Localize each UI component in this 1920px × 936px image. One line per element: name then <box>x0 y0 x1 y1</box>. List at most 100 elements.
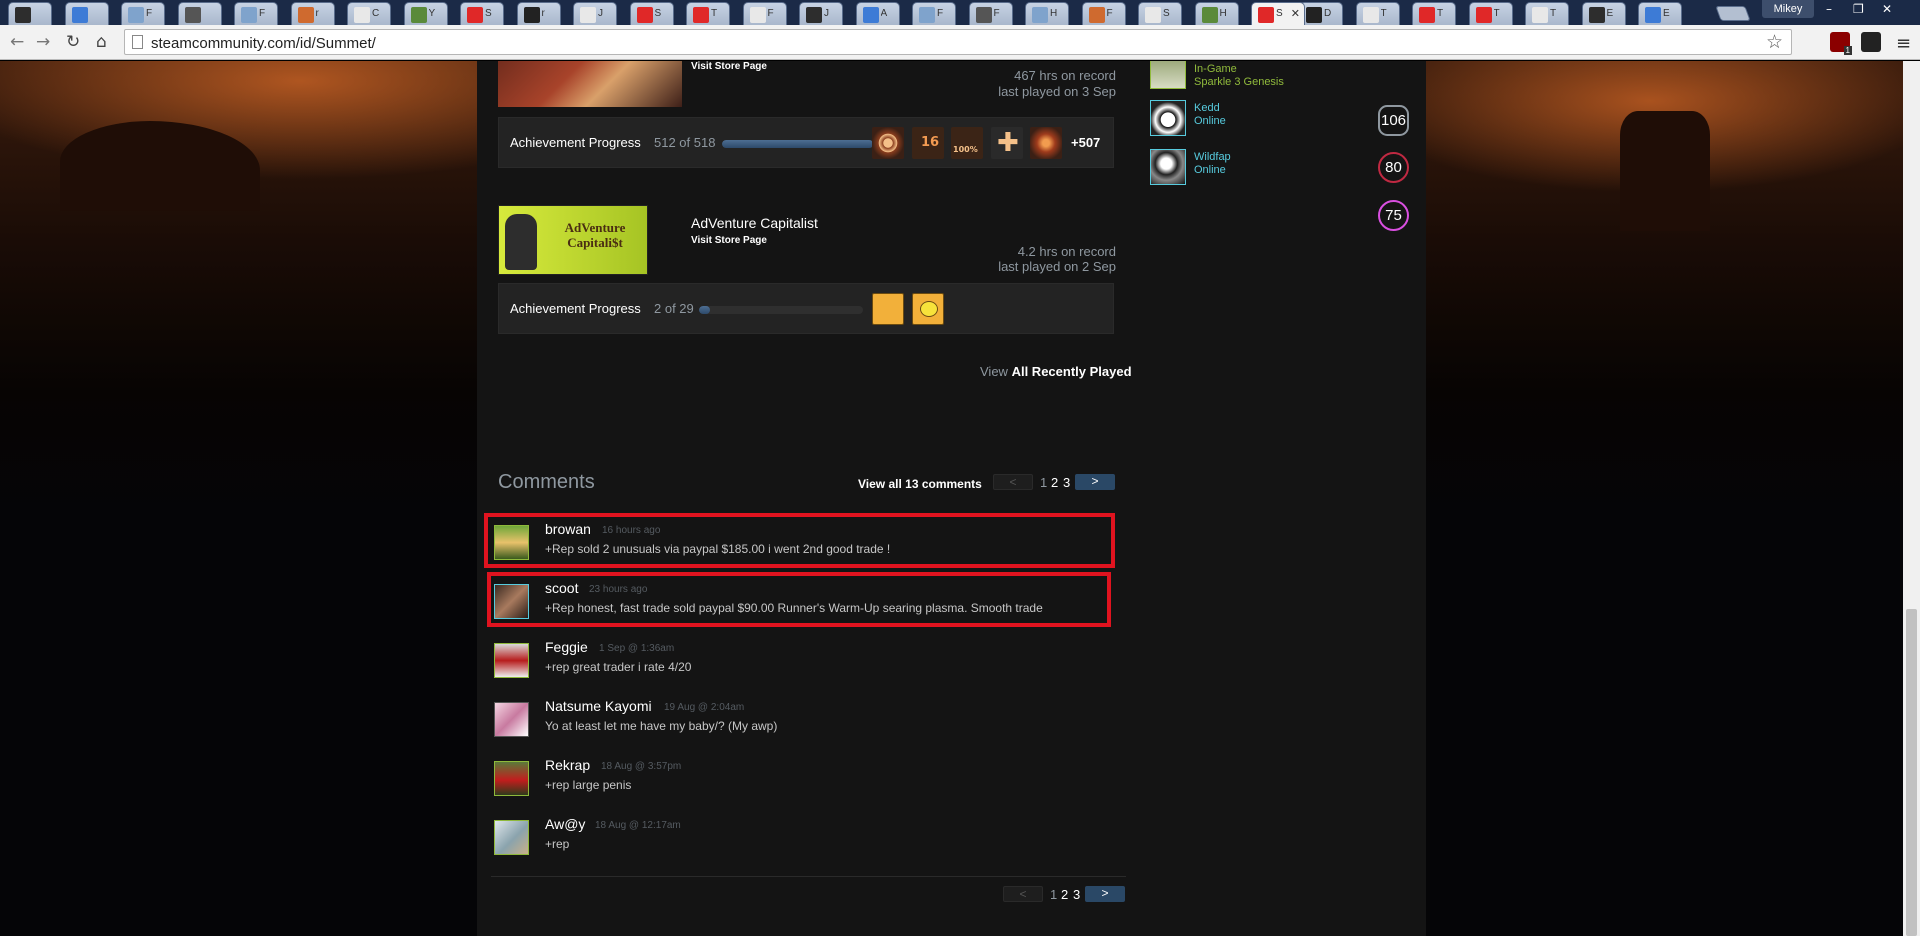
browser-tab[interactable]: F <box>742 2 787 25</box>
browser-tab[interactable]: T <box>686 2 730 25</box>
browser-tab[interactable]: F <box>234 2 278 25</box>
achievement-100-percent-icon[interactable]: 100% <box>951 127 983 159</box>
game-1-achievement-bar[interactable]: Achievement Progress 512 of 518 16 100% … <box>498 117 1114 168</box>
browser-tab[interactable]: H <box>1194 2 1239 25</box>
browser-tab[interactable]: C <box>347 2 391 25</box>
browser-tab[interactable]: T <box>1468 2 1513 25</box>
browser-tab[interactable]: E <box>1581 2 1626 25</box>
ublock-extension-icon[interactable]: 1 <box>1830 32 1852 55</box>
maximize-icon[interactable]: ❐ <box>1853 2 1864 16</box>
scrollbar-thumb[interactable] <box>1906 609 1917 936</box>
friend-avatar[interactable] <box>1150 100 1186 136</box>
achievement-lemon-icon[interactable] <box>912 293 944 325</box>
browser-tab[interactable]: E <box>1638 2 1682 25</box>
page-scrollbar[interactable] <box>1903 61 1920 936</box>
browser-tab[interactable]: F <box>1081 2 1126 25</box>
pager-next-button[interactable]: > <box>1085 886 1125 902</box>
menu-icon[interactable]: ≡ <box>1896 33 1911 54</box>
game-1-capsule-image[interactable] <box>498 61 682 107</box>
friend-status: In-Game <box>1194 63 1237 75</box>
tab-title: F <box>259 8 266 19</box>
comment-author[interactable]: Feggie <box>545 639 588 655</box>
view-all-recently-played-link[interactable]: View All Recently Played <box>980 364 1132 379</box>
browser-tab[interactable] <box>64 2 109 25</box>
browser-tab[interactable]: Y <box>403 2 448 25</box>
achievement-oil-rig-icon[interactable] <box>872 293 904 325</box>
avatar[interactable] <box>494 761 529 796</box>
achievement-burst-icon[interactable] <box>1030 127 1062 159</box>
url-text[interactable]: steamcommunity.com/id/Summet/ <box>151 35 376 52</box>
browser-tab[interactable]: F <box>121 2 165 25</box>
tab-favicon-icon <box>1362 7 1379 23</box>
game-2-achievement-bar[interactable]: Achievement Progress 2 of 29 <box>498 283 1114 334</box>
browser-tab[interactable]: F <box>968 2 1013 25</box>
achievement-16-icon[interactable]: 16 <box>912 127 944 159</box>
game-1-store-link[interactable]: Visit Store Page <box>691 61 767 72</box>
pager-prev-button[interactable]: < <box>993 474 1033 490</box>
browser-tab[interactable]: T <box>1412 2 1456 25</box>
avatar[interactable] <box>494 820 529 855</box>
browser-tab[interactable]: S ✕ <box>1251 2 1305 25</box>
friend-game: Sparkle 3 Genesis <box>1194 76 1284 88</box>
browser-tab[interactable]: T <box>1355 2 1400 25</box>
browser-tab[interactable]: S <box>1138 2 1182 25</box>
profile-button[interactable]: Mikey <box>1762 0 1814 18</box>
friend-name[interactable]: Kedd <box>1194 102 1220 114</box>
achievement-medic-cross-icon[interactable]: ✚ <box>991 127 1023 159</box>
browser-tab[interactable] <box>8 2 52 25</box>
friend-avatar[interactable] <box>1150 61 1186 89</box>
comment-author[interactable]: Rekrap <box>545 757 590 773</box>
tab-favicon-icon <box>128 7 144 23</box>
avatar[interactable] <box>494 702 529 737</box>
browser-tab[interactable]: J <box>799 2 843 25</box>
browser-tab[interactable]: S <box>629 2 674 25</box>
achievement-count: 512 of 518 <box>654 135 716 150</box>
friend-item[interactable]: Kedd Online <box>1150 100 1410 140</box>
friend-avatar[interactable] <box>1150 149 1186 185</box>
reload-icon[interactable]: ↻ <box>66 32 80 52</box>
browser-tab[interactable]: H <box>1025 2 1069 25</box>
friend-name[interactable]: Wildfap <box>1194 151 1231 163</box>
pager-next-button[interactable]: > <box>1075 474 1115 490</box>
forward-icon[interactable]: → <box>36 32 50 52</box>
new-tab-button[interactable] <box>1715 6 1751 21</box>
game-2-capsule-image[interactable]: AdVenture Capitali$t <box>498 205 648 275</box>
address-bar[interactable]: steamcommunity.com/id/Summet/ ☆ <box>124 29 1792 55</box>
bookmark-star-icon[interactable]: ☆ <box>1766 31 1783 53</box>
browser-tab[interactable]: A <box>855 2 900 25</box>
browser-tab[interactable] <box>177 2 222 25</box>
tab-close-icon[interactable]: ✕ <box>1291 7 1300 20</box>
friend-item[interactable]: Wildfap Online <box>1150 149 1410 189</box>
browser-tab[interactable]: F <box>912 2 956 25</box>
tab-favicon-icon <box>1588 7 1605 23</box>
friend-item[interactable]: In-Game Sparkle 3 Genesis <box>1150 61 1410 93</box>
pager-page-2[interactable]: 2 <box>1051 475 1058 490</box>
extension-icon[interactable] <box>1861 32 1881 52</box>
pager-page-3[interactable]: 3 <box>1073 887 1080 902</box>
achievement-target-icon[interactable] <box>872 127 904 159</box>
view-all-comments-link[interactable]: View all 13 comments <box>858 477 982 491</box>
avatar[interactable] <box>494 643 529 678</box>
pager-prev-button[interactable]: < <box>1003 886 1043 902</box>
background-rock-right <box>1620 111 1710 231</box>
browser-tab[interactable]: T <box>1525 2 1569 25</box>
pager-page-3[interactable]: 3 <box>1063 475 1070 490</box>
browser-tab[interactable]: D <box>1299 2 1343 25</box>
home-icon[interactable]: ⌂ <box>96 32 107 52</box>
pager-page-2[interactable]: 2 <box>1061 887 1068 902</box>
tab-favicon-icon <box>919 7 935 23</box>
tab-title: F <box>146 8 153 19</box>
tab-favicon-icon <box>184 7 201 23</box>
achievement-more-count[interactable]: +507 <box>1071 135 1100 150</box>
minimize-icon[interactable]: – <box>1826 2 1832 16</box>
game-2-store-link[interactable]: Visit Store Page <box>691 235 767 246</box>
browser-tab[interactable]: r <box>516 2 561 25</box>
game-2-name[interactable]: AdVenture Capitalist <box>691 215 818 231</box>
browser-tab[interactable]: J <box>573 2 617 25</box>
close-window-icon[interactable]: ✕ <box>1882 2 1892 16</box>
back-icon[interactable]: ← <box>10 32 24 52</box>
browser-tab[interactable]: S <box>460 2 504 25</box>
comment-author[interactable]: Natsume Kayomi <box>545 698 652 714</box>
comment-author[interactable]: Aw@y <box>545 816 585 832</box>
browser-tab[interactable]: r <box>290 2 335 25</box>
